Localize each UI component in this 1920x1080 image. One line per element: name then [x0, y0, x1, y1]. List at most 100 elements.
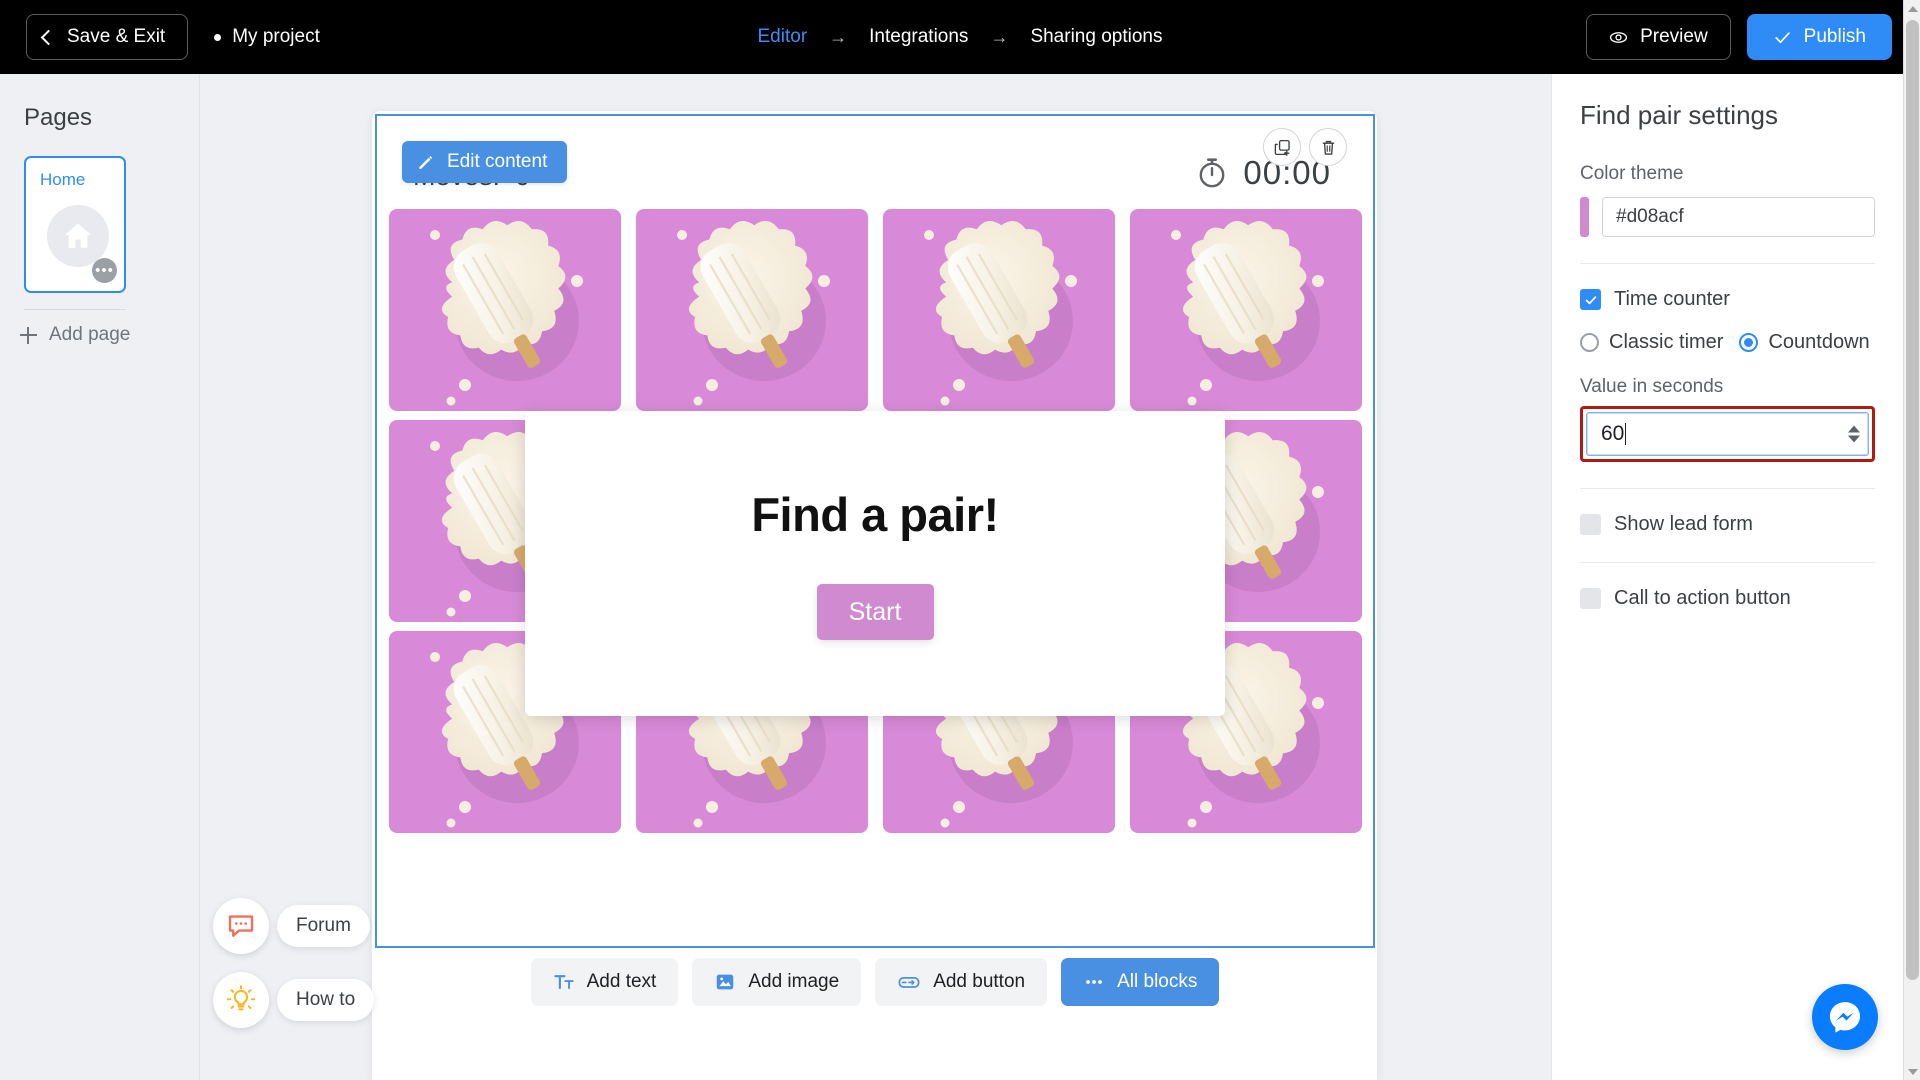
radio-countdown-label: Countdown	[1768, 331, 1870, 353]
text-icon	[553, 975, 574, 990]
how-to-label-pill[interactable]: How to	[277, 979, 375, 1021]
modal-title: Find a pair!	[751, 488, 999, 541]
step-integrations[interactable]: Integrations	[869, 26, 968, 48]
forum-label-pill[interactable]: Forum	[277, 905, 370, 947]
cta-checkbox[interactable]	[1580, 588, 1601, 609]
settings-panel-title: Find pair settings	[1580, 100, 1778, 130]
divider-2	[1580, 488, 1875, 489]
color-hex-input[interactable]	[1602, 197, 1875, 237]
value-seconds-value: 60	[1601, 422, 1625, 445]
time-counter-label: Time counter	[1614, 288, 1730, 310]
add-page-button[interactable]: Add page	[20, 324, 199, 346]
start-button[interactable]: Start	[816, 584, 934, 640]
step-editor[interactable]: Editor	[758, 26, 808, 48]
page-scrollbar[interactable]	[1903, 0, 1920, 1080]
color-theme-label: Color theme	[1580, 163, 1684, 184]
memory-card[interactable]	[1130, 209, 1362, 411]
memory-card[interactable]	[636, 209, 868, 411]
messenger-button[interactable]	[1812, 984, 1878, 1050]
forum-row: Forum	[213, 898, 374, 954]
value-seconds-input[interactable]: 60	[1586, 412, 1869, 456]
settings-panel: Find pair settings Color theme Time coun…	[1551, 74, 1903, 1080]
edit-content-label: Edit content	[447, 151, 548, 172]
preview-label: Preview	[1640, 26, 1708, 47]
arrow-right-icon-2: →	[990, 26, 1009, 47]
show-lead-form-row[interactable]: Show lead form	[1580, 513, 1875, 536]
sidebar-divider	[24, 309, 126, 310]
text-caret	[1625, 423, 1627, 445]
divider-1	[1580, 263, 1875, 264]
radio-classic-timer-control[interactable]	[1580, 333, 1599, 352]
help-buttons: Forum How to	[213, 898, 375, 1028]
value-seconds-highlight: 60	[1580, 406, 1875, 462]
breadcrumb: Editor → Integrations → Sharing options	[758, 26, 1163, 48]
cta-label: Call to action button	[1614, 587, 1791, 609]
add-button-button[interactable]: Add button	[875, 958, 1048, 1006]
show-lead-form-label: Show lead form	[1614, 513, 1753, 535]
value-seconds-stepper[interactable]	[1848, 425, 1860, 443]
memory-card[interactable]	[883, 209, 1115, 411]
cta-row[interactable]: Call to action button	[1580, 587, 1875, 610]
radio-classic-timer-label: Classic timer	[1609, 331, 1724, 353]
add-blocks-toolbar: Add text Add image Add button All blocks	[375, 958, 1375, 1006]
forum-button[interactable]	[213, 898, 269, 954]
time-counter-checkbox[interactable]	[1580, 289, 1601, 310]
scrollbar-thumb[interactable]	[1906, 20, 1919, 980]
scrollbar-up-button[interactable]	[1904, 0, 1920, 17]
add-text-button[interactable]: Add text	[530, 958, 679, 1006]
plus-icon	[20, 326, 37, 344]
find-pair-block[interactable]: Moves: 0 00:00	[375, 114, 1375, 948]
image-icon	[717, 974, 734, 990]
step-sharing-options[interactable]: Sharing options	[1030, 26, 1162, 48]
add-text-label: Add text	[586, 971, 657, 992]
save-and-exit-button[interactable]: Save & Exit	[26, 14, 189, 60]
how-to-button[interactable]	[213, 972, 269, 1028]
messenger-icon	[1829, 1002, 1861, 1033]
pencil-icon	[419, 156, 433, 169]
stepper-up-icon[interactable]	[1848, 425, 1860, 433]
stopwatch-icon	[1200, 158, 1225, 188]
chevron-down-icon	[1907, 1068, 1918, 1075]
all-blocks-button[interactable]: All blocks	[1061, 958, 1220, 1006]
eye-icon	[1610, 31, 1628, 43]
trash-icon	[1322, 140, 1334, 155]
page-card-label: Home	[40, 170, 86, 189]
edit-content-button[interactable]: Edit content	[402, 141, 568, 183]
page-card-home[interactable]: Home •••	[24, 156, 126, 293]
radio-countdown-control[interactable]	[1739, 333, 1759, 352]
pages-sidebar: Pages Home ••• Add page	[0, 74, 200, 1080]
all-blocks-label: All blocks	[1117, 971, 1198, 992]
radio-countdown[interactable]: Countdown	[1739, 331, 1870, 354]
color-swatch[interactable]	[1580, 197, 1589, 237]
start-modal: Find a pair! Start	[525, 411, 1225, 716]
add-button-label: Add button	[933, 971, 1026, 992]
publish-label: Publish	[1803, 26, 1866, 47]
check-icon	[1585, 295, 1596, 304]
publish-button[interactable]: Publish	[1746, 14, 1892, 60]
preview-button[interactable]: Preview	[1586, 14, 1731, 60]
add-image-button[interactable]: Add image	[692, 958, 862, 1006]
howto-row: How to	[213, 972, 375, 1028]
chevron-left-icon	[40, 29, 57, 45]
duplicate-block-button[interactable]	[1263, 128, 1301, 166]
delete-block-button[interactable]	[1309, 128, 1347, 166]
stepper-down-icon[interactable]	[1848, 435, 1860, 443]
home-icon	[64, 223, 92, 248]
lightbulb-icon	[226, 985, 256, 1011]
status-dot-icon	[214, 33, 222, 41]
page-card-more-button[interactable]: •••	[92, 258, 117, 283]
show-lead-form-checkbox[interactable]	[1580, 514, 1601, 535]
button-icon	[898, 977, 920, 988]
memory-card[interactable]	[389, 209, 621, 411]
value-seconds-label: Value in seconds	[1580, 376, 1724, 397]
project-name[interactable]: My project	[214, 26, 320, 48]
timer-mode-radios: Classic timer Countdown	[1580, 331, 1875, 354]
radio-classic-timer[interactable]: Classic timer	[1580, 331, 1723, 354]
save-and-exit-label: Save & Exit	[67, 26, 166, 47]
time-counter-checkbox-row[interactable]: Time counter	[1580, 288, 1875, 311]
add-page-label: Add page	[49, 324, 131, 345]
divider-3	[1580, 562, 1875, 563]
dots-icon	[1086, 980, 1102, 984]
scrollbar-down-button[interactable]	[1904, 1063, 1920, 1080]
chat-bubble-icon	[228, 915, 254, 937]
